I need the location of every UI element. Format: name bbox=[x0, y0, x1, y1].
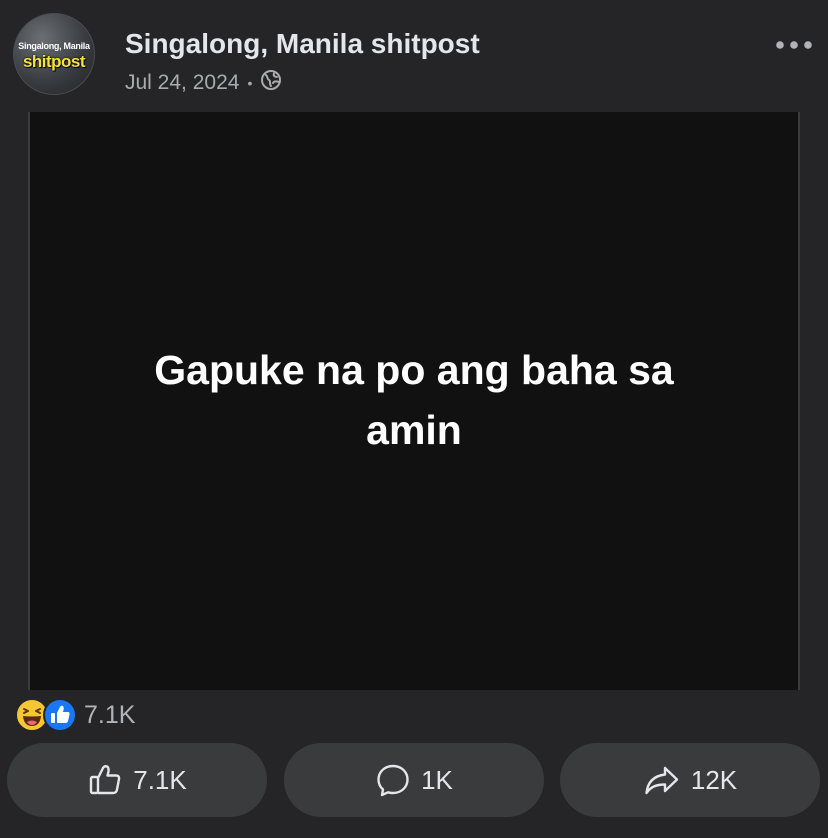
page-avatar[interactable]: Singalong, Manila shitpost bbox=[13, 13, 95, 95]
globe-icon bbox=[260, 69, 282, 97]
share-arrow-icon bbox=[645, 766, 679, 795]
like-reaction-icon bbox=[43, 698, 77, 732]
meta-separator: • bbox=[247, 75, 253, 91]
post-media[interactable]: Gapuke na po ang baha sa amin bbox=[28, 112, 800, 690]
thumbs-up-icon bbox=[90, 765, 121, 795]
share-button[interactable]: 12K bbox=[560, 743, 820, 817]
more-options-button[interactable] bbox=[772, 28, 816, 62]
like-count: 7.1K bbox=[133, 764, 187, 795]
avatar-line2: shitpost bbox=[22, 52, 86, 71]
post-media-text: Gapuke na po ang baha sa amin bbox=[154, 346, 674, 453]
comment-count: 1K bbox=[421, 764, 453, 795]
post-date[interactable]: Jul 24, 2024 bbox=[125, 71, 239, 95]
comment-button[interactable]: 1K bbox=[284, 743, 544, 817]
post-header: Singalong, Manila shitpost Singalong, Ma… bbox=[0, 0, 828, 112]
like-button[interactable]: 7.1K bbox=[7, 743, 267, 817]
post-action-bar: 7.1K 1K 12K bbox=[7, 743, 821, 817]
more-options-icon bbox=[776, 41, 812, 49]
reaction-count: 7.1K bbox=[84, 700, 136, 729]
share-count: 12K bbox=[690, 764, 738, 795]
avatar-line1: Singalong, Manila bbox=[18, 41, 90, 51]
comment-bubble-icon bbox=[377, 764, 409, 797]
reaction-summary[interactable]: 7.1K bbox=[14, 696, 135, 734]
page-name-link[interactable]: Singalong, Manila shitpost bbox=[125, 28, 480, 60]
post-meta: Jul 24, 2024 • bbox=[125, 70, 282, 96]
